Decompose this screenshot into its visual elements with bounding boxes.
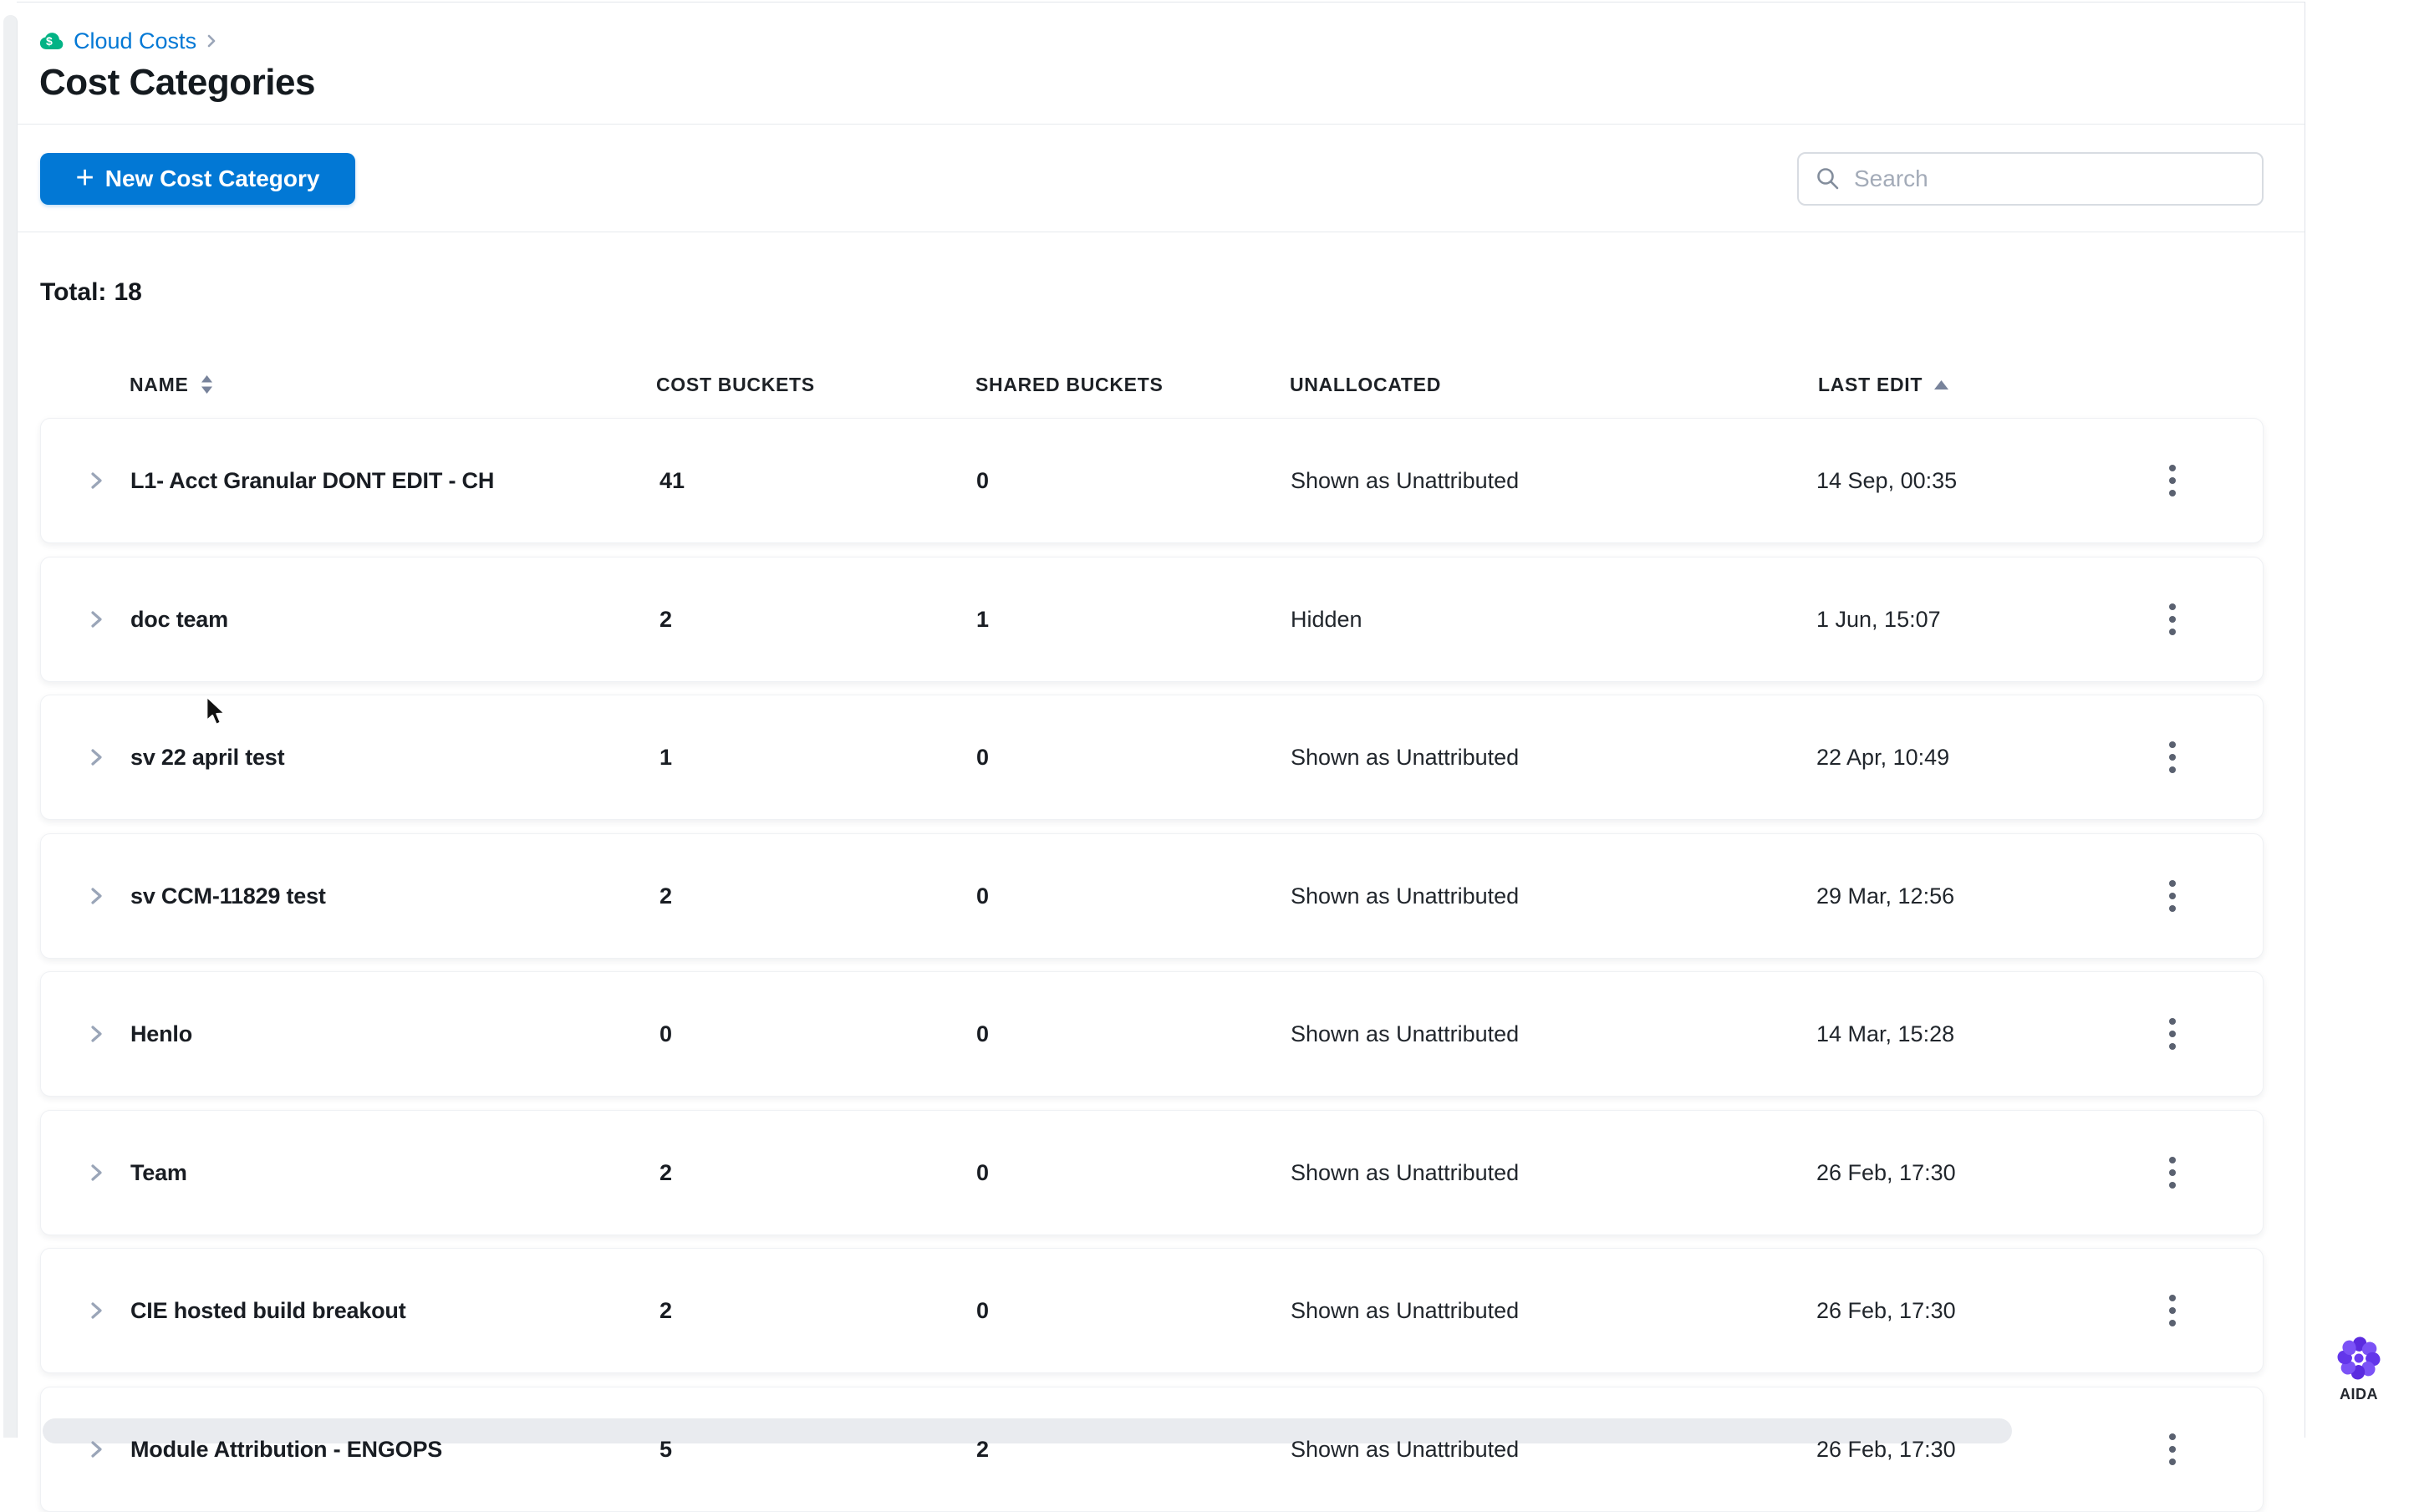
row-name[interactable]: Team [130, 1111, 187, 1235]
row-shared-buckets: 0 [976, 467, 990, 493]
column-header-name-label: NAME [130, 373, 189, 395]
row-menu-kebab-icon[interactable] [2156, 419, 2189, 542]
aida-label: AIDA [2340, 1386, 2378, 1403]
column-header-cost-buckets[interactable]: COST BUCKETS [656, 368, 815, 401]
row-name[interactable]: Module Attribution - ENGOPS [130, 1387, 442, 1511]
new-cost-category-label: New Cost Category [104, 165, 320, 191]
row-shared-buckets: 1 [976, 606, 990, 632]
breadcrumb: $ Cloud Costs [39, 28, 217, 53]
column-header-name[interactable]: NAME [130, 368, 213, 401]
sort-both-icon[interactable] [201, 375, 213, 394]
row-menu-kebab-icon[interactable] [2156, 557, 2189, 681]
row-cost-buckets: 1 [660, 744, 673, 770]
row-shared-buckets: 2 [976, 1436, 990, 1462]
row-unallocated: Shown as Unattributed [1291, 1021, 1520, 1046]
row-last-edit: 22 Apr, 10:49 [1816, 744, 1950, 770]
row-menu-kebab-icon[interactable] [2156, 834, 2189, 958]
row-name[interactable]: sv 22 april test [130, 695, 285, 819]
collapsed-side-rail [3, 15, 18, 1438]
expand-chevron-icon[interactable] [86, 1111, 106, 1235]
row-menu-kebab-icon[interactable] [2156, 695, 2189, 819]
aida-assistant-widget[interactable]: AIDA [2330, 1336, 2387, 1403]
row-cost-buckets: 2 [660, 883, 673, 909]
table-row[interactable]: Module Attribution - ENGOPS 5 2 Shown as… [40, 1387, 2264, 1512]
expand-chevron-icon[interactable] [86, 419, 106, 542]
expand-chevron-icon[interactable] [86, 695, 106, 819]
row-shared-buckets: 0 [976, 744, 990, 770]
row-shared-buckets: 0 [976, 1297, 990, 1323]
row-last-edit: 1 Jun, 15:07 [1816, 606, 1941, 632]
row-last-edit: 26 Feb, 17:30 [1816, 1436, 1956, 1462]
row-name[interactable]: sv CCM-11829 test [130, 834, 326, 958]
breadcrumb-link-cloud-costs[interactable]: Cloud Costs [74, 28, 196, 54]
column-header-shared-buckets-label: SHARED BUCKETS [975, 373, 1164, 395]
row-last-edit: 14 Sep, 00:35 [1816, 467, 1958, 493]
expand-chevron-icon[interactable] [86, 972, 106, 1096]
row-menu-kebab-icon[interactable] [2156, 972, 2189, 1096]
row-menu-kebab-icon[interactable] [2156, 1387, 2189, 1511]
expand-chevron-icon[interactable] [86, 557, 106, 681]
cloud-costs-module-icon: $ [39, 31, 64, 51]
expand-chevron-icon[interactable] [86, 834, 106, 958]
column-header-unallocated-label: UNALLOCATED [1290, 373, 1442, 395]
column-header-last-edit[interactable]: LAST EDIT [1818, 368, 1949, 401]
row-menu-kebab-icon[interactable] [2156, 1249, 2189, 1372]
row-unallocated: Shown as Unattributed [1291, 1436, 1520, 1462]
header-divider [17, 124, 2305, 125]
search-box[interactable] [1797, 152, 2264, 206]
row-unallocated: Shown as Unattributed [1291, 1297, 1520, 1323]
table-row[interactable]: L1- Acct Granular DONT EDIT - CH 41 0 Sh… [40, 418, 2264, 543]
row-cost-buckets: 5 [660, 1436, 673, 1462]
column-header-unallocated[interactable]: UNALLOCATED [1290, 368, 1441, 401]
search-icon [1816, 166, 1841, 191]
table-row[interactable]: Henlo 0 0 Shown as Unattributed 14 Mar, … [40, 971, 2264, 1097]
total-value: 18 [114, 278, 142, 306]
row-last-edit: 26 Feb, 17:30 [1816, 1159, 1956, 1185]
row-name[interactable]: Henlo [130, 972, 192, 1096]
plus-icon: + [75, 160, 94, 196]
column-header-shared-buckets[interactable]: SHARED BUCKETS [975, 368, 1163, 401]
cost-categories-page: { "breadcrumb": { "module": "Cloud Costs… [0, 0, 2409, 1512]
row-last-edit: 14 Mar, 15:28 [1816, 1021, 1955, 1046]
table-row[interactable]: sv 22 april test 1 0 Shown as Unattribut… [40, 695, 2264, 820]
breadcrumb-chevron-icon [206, 33, 217, 49]
row-cost-buckets: 0 [660, 1021, 673, 1046]
table-row[interactable]: sv CCM-11829 test 2 0 Shown as Unattribu… [40, 833, 2264, 959]
svg-text:$: $ [46, 34, 53, 48]
sort-asc-icon[interactable] [1934, 379, 1949, 389]
column-header-last-edit-label: LAST EDIT [1818, 373, 1923, 395]
column-header-cost-buckets-label: COST BUCKETS [656, 373, 815, 395]
table-row[interactable]: doc team 2 1 Hidden 1 Jun, 15:07 [40, 557, 2264, 682]
row-name[interactable]: doc team [130, 557, 228, 681]
table-row[interactable]: CIE hosted build breakout 2 0 Shown as U… [40, 1248, 2264, 1373]
table-header: NAME COST BUCKETS SHARED BUCKETS UNALLOC… [0, 368, 2305, 401]
row-cost-buckets: 2 [660, 1159, 673, 1185]
row-cost-buckets: 2 [660, 1297, 673, 1323]
row-name[interactable]: CIE hosted build breakout [130, 1249, 406, 1372]
total-count: Total: 18 [40, 278, 142, 307]
table-row[interactable]: Team 2 0 Shown as Unattributed 26 Feb, 1… [40, 1110, 2264, 1235]
row-menu-kebab-icon[interactable] [2156, 1111, 2189, 1235]
row-unallocated: Shown as Unattributed [1291, 467, 1520, 493]
total-label: Total: [40, 278, 107, 306]
page-title: Cost Categories [39, 62, 315, 103]
new-cost-category-button[interactable]: + New Cost Category [40, 153, 355, 205]
row-last-edit: 29 Mar, 12:56 [1816, 883, 1955, 909]
top-hairline [17, 2, 2305, 3]
row-shared-buckets: 0 [976, 1159, 990, 1185]
row-name[interactable]: L1- Acct Granular DONT EDIT - CH [130, 419, 494, 542]
expand-chevron-icon[interactable] [86, 1249, 106, 1372]
row-unallocated: Hidden [1291, 606, 1362, 632]
aida-pinwheel-icon [2336, 1336, 2381, 1381]
row-unallocated: Shown as Unattributed [1291, 1159, 1520, 1185]
row-shared-buckets: 0 [976, 1021, 990, 1046]
expand-chevron-icon[interactable] [86, 1387, 106, 1511]
row-unallocated: Shown as Unattributed [1291, 744, 1520, 770]
search-input[interactable] [1852, 165, 2207, 193]
row-unallocated: Shown as Unattributed [1291, 883, 1520, 909]
row-shared-buckets: 0 [976, 883, 990, 909]
row-cost-buckets: 2 [660, 606, 673, 632]
row-cost-buckets: 41 [660, 467, 685, 493]
row-last-edit: 26 Feb, 17:30 [1816, 1297, 1956, 1323]
